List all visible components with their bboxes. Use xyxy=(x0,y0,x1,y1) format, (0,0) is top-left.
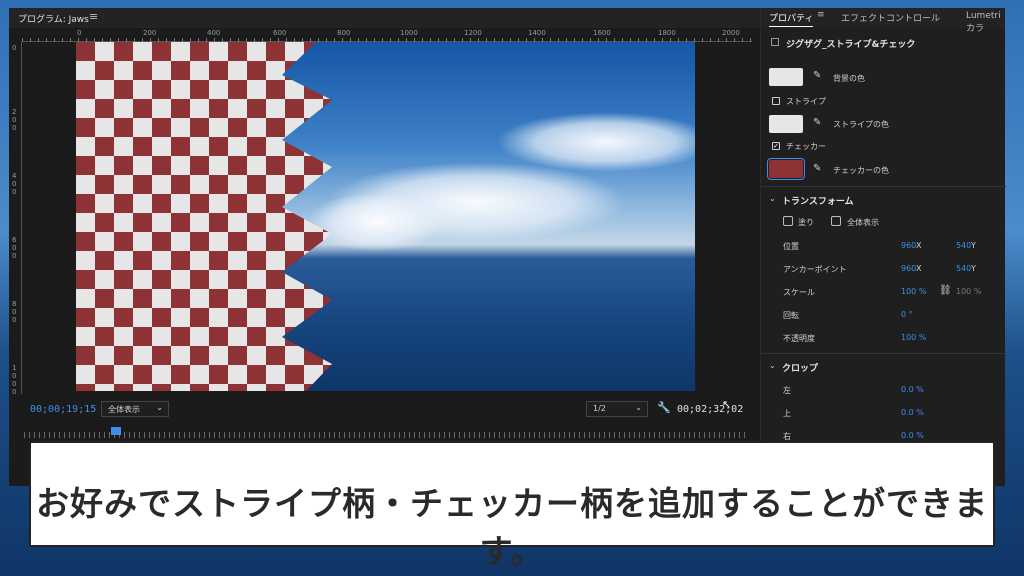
fill-button-label[interactable]: 塗り xyxy=(798,217,814,228)
ruler-label: 600 xyxy=(273,29,287,37)
position-x-value[interactable]: 960 xyxy=(901,241,916,250)
stripe-checkbox[interactable] xyxy=(772,97,780,105)
scale-label: スケール xyxy=(783,288,815,297)
ruler-label: 0 xyxy=(77,29,82,37)
zigzag-checker-overlay xyxy=(76,42,332,391)
opacity-value[interactable]: 100 % xyxy=(901,333,926,342)
crop-top-label: 上 xyxy=(783,409,791,418)
checker-checkbox[interactable]: ✓ xyxy=(772,142,780,150)
crop-right-value[interactable]: 0.0 % xyxy=(901,431,924,440)
current-timecode[interactable]: 00;00;19;15 xyxy=(30,404,96,415)
zoom-fit-select[interactable]: 全体表示 ⌄ xyxy=(101,401,169,417)
hamburger-menu-icon[interactable]: ≡ xyxy=(89,10,98,23)
chevron-down-icon[interactable]: ⌄ xyxy=(769,194,776,203)
anchor-point-label: アンカーポイント xyxy=(783,265,847,274)
ruler-label: 1800 xyxy=(658,29,676,37)
ruler-label: 1000 xyxy=(400,29,418,37)
position-y-value[interactable]: 540 xyxy=(956,241,971,250)
crop-section-title[interactable]: クロップ xyxy=(782,361,818,374)
ruler-label: 2000 xyxy=(722,29,740,37)
axis-y-label: Y xyxy=(971,241,976,250)
playback-timeline[interactable] xyxy=(24,432,748,438)
program-monitor-title[interactable]: プログラム: Jaws xyxy=(18,12,89,25)
axis-x-label: X xyxy=(916,241,922,250)
axis-y-label: Y xyxy=(971,264,976,273)
ruler-label: 200 xyxy=(12,108,17,132)
ruler-label: 800 xyxy=(337,29,351,37)
crop-left-label: 左 xyxy=(783,386,791,395)
link-icon[interactable]: ⛓ xyxy=(939,285,952,296)
vertical-ruler: 0 200 400 600 800 1000 xyxy=(9,42,22,396)
zoom-fit-value: 全体表示 xyxy=(108,405,140,414)
fx-badge-icon xyxy=(771,38,779,46)
ruler-label: 400 xyxy=(12,172,17,196)
anchor-y-value[interactable]: 540 xyxy=(956,264,971,273)
stripe-label: ストライプ xyxy=(786,97,826,106)
chevron-down-icon: ⌄ xyxy=(635,403,642,412)
resolution-value: 1/2 xyxy=(593,404,606,413)
ruler-label: 600 xyxy=(12,236,17,260)
background-color-label: 背景の色 xyxy=(833,74,865,83)
stripe-color-label: ストライプの色 xyxy=(833,120,889,129)
rotation-label: 回転 xyxy=(783,311,799,320)
duration-timecode: 00;02;32;02 xyxy=(677,404,744,415)
divider xyxy=(761,186,1006,187)
divider xyxy=(761,353,1006,354)
hamburger-menu-icon[interactable]: ≡ xyxy=(817,10,825,20)
ruler-label: 200 xyxy=(143,29,157,37)
transform-section-title[interactable]: トランスフォーム xyxy=(782,194,854,207)
fit-button-label[interactable]: 全体表示 xyxy=(847,217,879,228)
stripe-color-swatch[interactable] xyxy=(769,115,803,133)
ruler-label: 800 xyxy=(12,300,17,324)
rotation-value[interactable]: 0 ° xyxy=(901,310,913,319)
checker-color-label: チェッカーの色 xyxy=(833,166,889,175)
checker-color-swatch[interactable] xyxy=(767,158,805,180)
tab-lumetri-color[interactable]: Lumetri カラ xyxy=(966,11,1005,34)
crop-top-value[interactable]: 0.0 % xyxy=(901,408,924,417)
playback-resolution-select[interactable]: 1/2 ⌄ xyxy=(586,401,648,417)
program-monitor-panel: プログラム: Jaws ≡ 0 200 400 600 800 1000 120… xyxy=(9,8,760,486)
ruler-label: 1000 xyxy=(12,364,17,396)
crop-left-value[interactable]: 0.0 % xyxy=(901,385,924,394)
scale-linked-value: 100 % xyxy=(956,287,982,296)
panel-tabs: プロパティ ≡ エフェクトコントロール Lumetri カラ xyxy=(761,8,1005,34)
ruler-label: 400 xyxy=(207,29,221,37)
tab-properties[interactable]: プロパティ xyxy=(769,11,814,27)
fill-frame-icon[interactable] xyxy=(783,216,793,226)
ruler-label: 1200 xyxy=(464,29,482,37)
ruler-label: 0 xyxy=(12,44,17,52)
axis-x-label: X xyxy=(916,264,922,273)
fit-frame-icon[interactable] xyxy=(831,216,841,226)
eyedropper-icon[interactable]: ✎ xyxy=(813,70,821,81)
playhead[interactable] xyxy=(111,427,121,435)
background-color-swatch[interactable] xyxy=(769,68,803,86)
position-label: 位置 xyxy=(783,242,799,251)
scale-value[interactable]: 100 % xyxy=(901,287,926,296)
opacity-label: 不透明度 xyxy=(783,334,815,343)
properties-panel: プロパティ ≡ エフェクトコントロール Lumetri カラ ジグザグ_ストライ… xyxy=(760,8,1006,486)
chevron-down-icon[interactable]: ⌄ xyxy=(769,361,776,370)
wrench-icon[interactable]: 🔧 xyxy=(657,401,671,414)
tab-effect-controls[interactable]: エフェクトコントロール xyxy=(841,11,940,24)
program-monitor-header: プログラム: Jaws ≡ xyxy=(9,8,760,28)
subtitle-caption-box: お好みでストライプ柄・チェッカー柄を追加することができます。 xyxy=(29,441,995,571)
effect-name: ジグザグ_ストライプ&チェック xyxy=(786,40,916,50)
subtitle-caption: お好みでストライプ柄・チェッカー柄を追加することができます。 xyxy=(36,484,988,571)
ruler-label: 1400 xyxy=(528,29,546,37)
video-preview[interactable] xyxy=(76,42,695,391)
eyedropper-icon[interactable]: ✎ xyxy=(813,117,821,128)
chevron-down-icon: ⌄ xyxy=(156,403,163,412)
ruler-label: 1600 xyxy=(593,29,611,37)
eyedropper-icon[interactable]: ✎ xyxy=(813,163,821,174)
anchor-x-value[interactable]: 960 xyxy=(901,264,916,273)
checker-label: チェッカー xyxy=(786,142,826,151)
